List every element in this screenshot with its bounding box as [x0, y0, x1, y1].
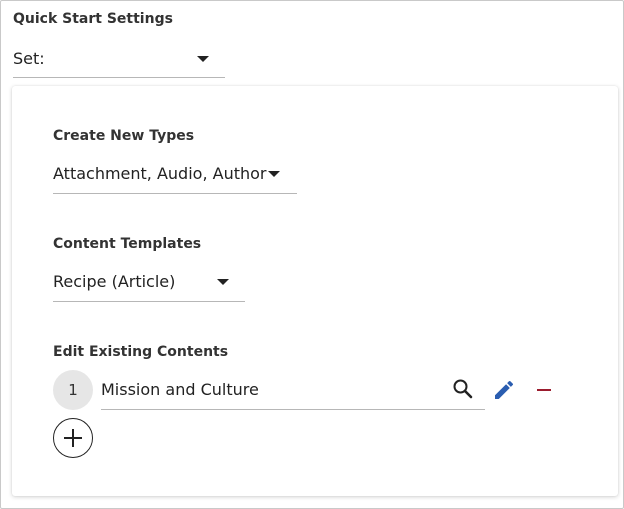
- set-select-value: Set:: [13, 49, 45, 68]
- content-templates-select[interactable]: Recipe (Article): [53, 272, 245, 302]
- search-icon[interactable]: [452, 378, 474, 400]
- content-templates-value: Recipe (Article): [53, 272, 176, 291]
- caret-down-icon: [217, 279, 229, 285]
- content-row-index: 1: [53, 370, 93, 410]
- quick-start-panel: Quick Start Settings Set: Create New Typ…: [0, 0, 624, 509]
- quick-start-title: Quick Start Settings: [13, 11, 173, 27]
- create-new-types-select[interactable]: Attachment, Audio, Author: [53, 164, 297, 194]
- content-picker-value: Mission and Culture: [101, 380, 259, 399]
- create-new-types-value: Attachment, Audio, Author: [53, 164, 267, 183]
- content-templates-label: Content Templates: [53, 236, 202, 252]
- caret-down-icon: [268, 171, 280, 177]
- plus-icon[interactable]: [53, 418, 93, 458]
- caret-down-icon: [197, 56, 209, 62]
- edit-existing-contents-label: Edit Existing Contents: [53, 344, 229, 360]
- settings-card: Create New Types Attachment, Audio, Auth…: [12, 86, 618, 496]
- content-picker-field[interactable]: Mission and Culture: [101, 370, 485, 410]
- minus-icon[interactable]: [532, 378, 556, 402]
- pencil-icon[interactable]: [492, 378, 516, 402]
- set-select[interactable]: Set:: [13, 49, 225, 78]
- create-new-types-label: Create New Types: [53, 128, 195, 144]
